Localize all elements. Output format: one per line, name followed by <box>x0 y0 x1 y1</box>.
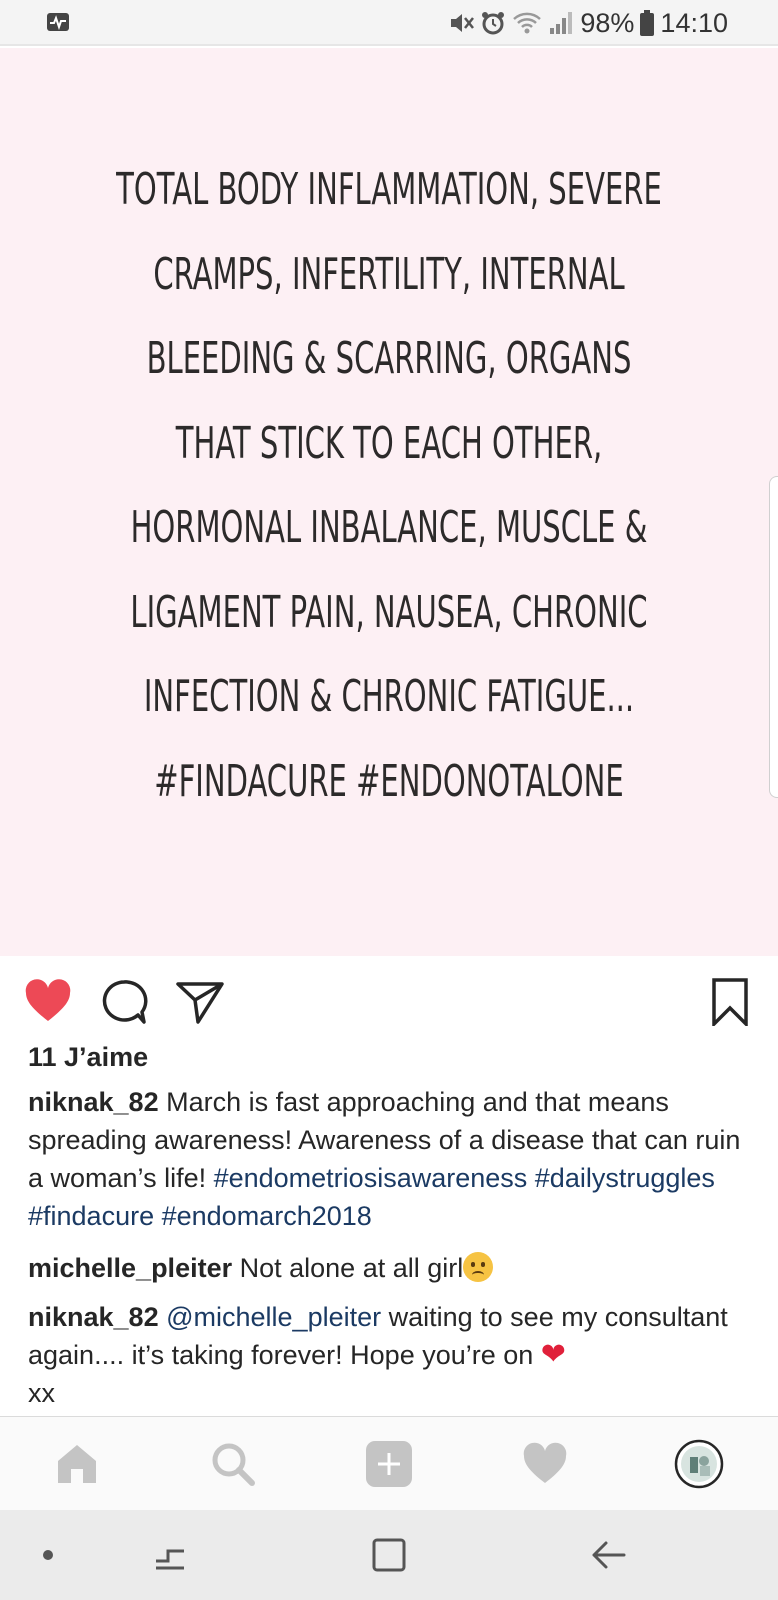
battery-icon <box>640 10 655 36</box>
activity-icon <box>47 13 69 31</box>
post-actions <box>0 958 778 1042</box>
mute-icon <box>451 14 475 32</box>
hashtag-link[interactable]: #endomarch2018 <box>162 1201 372 1231</box>
image-quote: Total body inflammation, severe cramps, … <box>40 148 738 824</box>
comment-text-tail: xx <box>28 1378 55 1408</box>
activity-heart-icon[interactable] <box>520 1439 570 1489</box>
comment-username[interactable]: niknak_82 <box>28 1302 159 1332</box>
bottom-nav <box>0 1416 778 1511</box>
quote-line: that stick to each other, <box>175 417 603 469</box>
quote-line: hormonal inbalance, muscle & <box>130 502 648 553</box>
comment-text: Not alone at all girl <box>232 1253 464 1283</box>
like-heart-icon[interactable] <box>24 978 72 1026</box>
hashtag-link[interactable]: #findacure <box>28 1201 154 1231</box>
status-bar: 98% 14:10 <box>0 0 778 46</box>
share-send-icon[interactable] <box>176 978 224 1026</box>
system-nav-bar <box>0 1510 778 1600</box>
quote-line: Total body inflammation, severe <box>116 164 662 215</box>
quote-line: #findacure #endonotalone <box>154 755 624 807</box>
red-heart-emoji-icon: ❤ <box>540 1338 566 1371</box>
home-square-icon[interactable] <box>369 1535 409 1575</box>
profile-avatar-icon[interactable] <box>674 1439 724 1489</box>
back-arrow-icon[interactable] <box>588 1535 628 1575</box>
nav-dot-icon[interactable] <box>28 1535 68 1575</box>
bookmark-icon[interactable] <box>706 978 754 1026</box>
home-icon[interactable] <box>52 1439 102 1489</box>
caption-username[interactable]: niknak_82 <box>28 1087 159 1117</box>
post-caption: niknak_82 March is fast approaching and … <box>28 1083 748 1235</box>
search-icon[interactable] <box>208 1439 258 1489</box>
recent-apps-icon[interactable] <box>150 1535 190 1575</box>
battery-percent: 98% <box>580 7 635 38</box>
signal-icon <box>550 12 573 34</box>
mention-link[interactable]: @michelle_pleiter <box>166 1302 381 1332</box>
hashtag-link[interactable]: #endometriosisawareness <box>214 1163 528 1193</box>
wifi-icon <box>513 12 542 34</box>
quote-line: ligament pain, nausea, chronic <box>130 586 648 638</box>
comment: michelle_pleiter Not alone at all girl <box>28 1249 748 1287</box>
sad-face-emoji-icon <box>463 1252 494 1282</box>
comment: niknak_82 @michelle_pleiter waiting to s… <box>28 1298 748 1412</box>
quote-line: cramps, infertility, internal <box>153 248 625 300</box>
comment-username[interactable]: michelle_pleiter <box>28 1253 232 1283</box>
clock-time: 14:10 <box>660 7 728 38</box>
likes-count[interactable]: 11 J’aime <box>28 1042 148 1073</box>
hashtag-link[interactable]: #dailystruggles <box>535 1163 715 1193</box>
comment-icon[interactable] <box>100 978 148 1026</box>
alarm-icon <box>482 12 505 35</box>
add-post-icon[interactable] <box>364 1439 414 1489</box>
quote-line: infection & chronic fatigue... <box>143 671 635 722</box>
quote-line: bleeding & scarring, organs <box>146 333 632 384</box>
post-image[interactable]: Total body inflammation, severe cramps, … <box>0 48 778 956</box>
edge-panel-handle[interactable] <box>769 476 778 798</box>
